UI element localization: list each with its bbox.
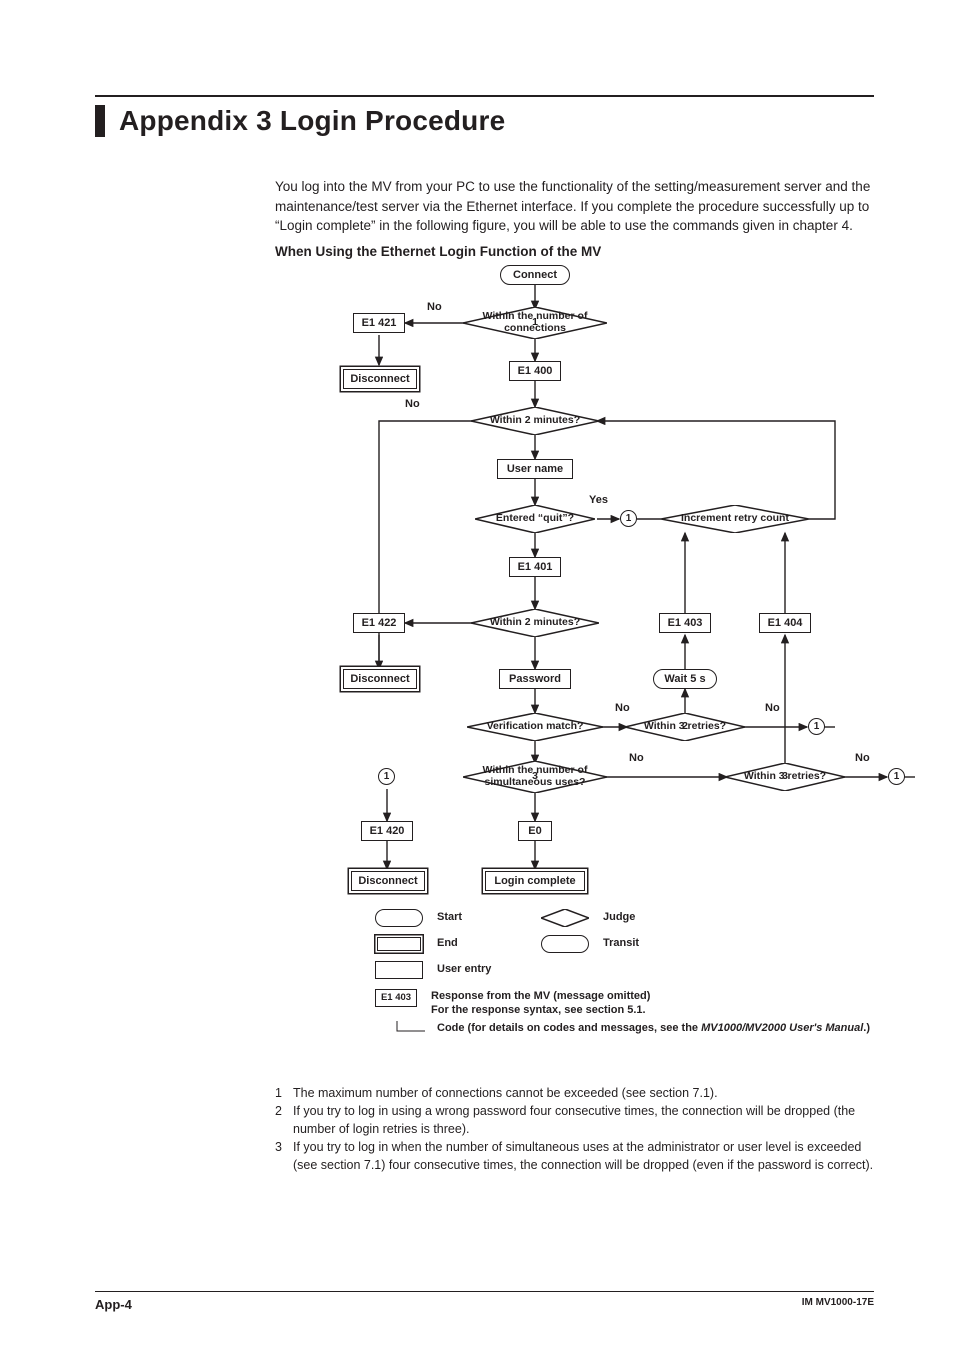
node-e1-420: E1 420 (361, 821, 413, 841)
footnotes: 1The maximum number of connections canno… (275, 1085, 874, 1175)
legend: Start Judge End Transit User entry E1 40… (375, 909, 915, 1042)
node-within-connections: Within the number of connections1 (463, 307, 607, 339)
node-within-3-retries-a: Within 3 retries?2 (625, 713, 745, 741)
node-e0: E0 (518, 821, 552, 841)
label-no: No (405, 398, 420, 410)
node-within-3-retries-b: Within 3 retries?3 (725, 763, 845, 791)
connector-1: 1 (378, 768, 395, 785)
node-e1-401: E1 401 (509, 557, 561, 577)
node-e1-404: E1 404 (759, 613, 811, 633)
page-title: Appendix 3 Login Procedure (119, 105, 505, 137)
node-within-2min-a: Within 2 minutes? (471, 407, 599, 435)
label-no: No (855, 752, 870, 764)
node-entered-quit: Entered “quit”? (475, 505, 595, 533)
label-no: No (427, 301, 442, 313)
node-login-complete: Login complete (485, 871, 585, 891)
connector-1: 1 (620, 510, 637, 527)
node-increment-retry: Increment retry count (661, 505, 809, 533)
label-no: No (629, 752, 644, 764)
node-password: Password (499, 669, 571, 689)
node-disconnect-2: Disconnect (343, 669, 417, 689)
page-footer: App-4 IM MV1000-17E (95, 1291, 874, 1312)
node-e1-403: E1 403 (659, 613, 711, 633)
doc-id: IM MV1000-17E (802, 1297, 874, 1312)
node-within-2min-b: Within 2 minutes? (471, 609, 599, 637)
node-e1-422: E1 422 (353, 613, 405, 633)
node-verification-match: Verification match? (467, 713, 603, 741)
node-disconnect-1: Disconnect (343, 369, 417, 389)
page-number: App-4 (95, 1297, 132, 1312)
node-e1-421: E1 421 (353, 313, 405, 333)
node-wait-5s: Wait 5 s (653, 669, 717, 689)
connector-1: 1 (888, 768, 905, 785)
intro-paragraph: You log into the MV from your PC to use … (275, 177, 874, 236)
subheading: When Using the Ethernet Login Function o… (275, 244, 874, 259)
node-disconnect-3: Disconnect (351, 871, 425, 891)
node-within-simultaneous: Within the number of simultaneous uses?3 (463, 761, 607, 793)
node-connect: Connect (500, 265, 570, 285)
node-e1-400: E1 400 (509, 361, 561, 381)
node-username: User name (497, 459, 573, 479)
connector-1: 1 (808, 718, 825, 735)
label-no: No (765, 702, 780, 714)
flowchart: Connect Within the number of connections… (275, 265, 915, 1075)
